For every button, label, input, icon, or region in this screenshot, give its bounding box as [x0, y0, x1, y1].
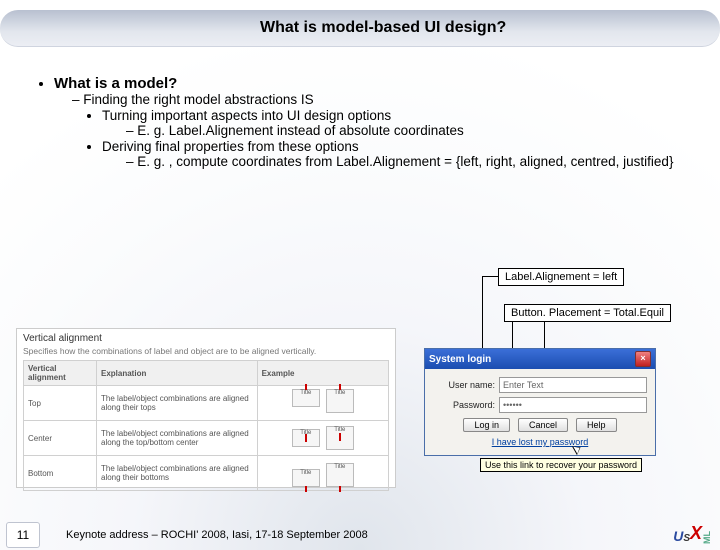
cell-example: Title Title: [262, 424, 384, 452]
login-button[interactable]: Log in: [463, 418, 510, 432]
password-label: Password:: [433, 400, 495, 410]
footer-note: Keynote address – ROCHI' 2008, Iasi, 17-…: [66, 529, 368, 541]
logo-u: U: [673, 528, 683, 544]
page-number: 11: [6, 522, 40, 548]
help-button[interactable]: Help: [576, 418, 617, 432]
mini-box: Title: [326, 463, 354, 487]
callout2-text: Button. Placement = Total.Equil: [511, 307, 664, 319]
valign-desc: Specifies how the combinations of label …: [23, 346, 389, 356]
cell-example: Title Title: [262, 459, 384, 487]
dialog-titlebar: System login ×: [425, 349, 655, 369]
password-field[interactable]: ••••••: [499, 397, 647, 413]
valign-heading: Vertical alignment: [23, 333, 389, 344]
valign-col-example: Example: [257, 361, 388, 386]
lost-password-link[interactable]: I have lost my password: [433, 437, 647, 447]
bullet-finding-abstractions: Finding the right model abstractions IS …: [72, 92, 692, 169]
bullet2-text: Finding the right model abstractions IS: [83, 92, 313, 107]
cell-expl: The label/object combinations are aligne…: [97, 386, 258, 421]
valign-col-alignment: Vertical alignment: [24, 361, 97, 386]
slide-title-text: What is model-based UI design?: [260, 19, 506, 37]
bullet-deriving-properties: Deriving final properties from these opt…: [102, 139, 692, 169]
mini-box: Title: [292, 429, 320, 447]
system-login-dialog: System login × User name: Enter Text Pas…: [424, 348, 656, 456]
valign-table: Vertical alignment Explanation Example T…: [23, 360, 389, 491]
dialog-title: System login: [429, 354, 491, 365]
logo-x: X: [690, 523, 702, 544]
table-row: Bottom The label/object combinations are…: [24, 456, 389, 491]
cancel-button[interactable]: Cancel: [518, 418, 568, 432]
usixml-logo: U S X ML: [673, 523, 712, 544]
vertical-alignment-figure: Vertical alignment Specifies how the com…: [16, 328, 396, 488]
cell-expl: The label/object combinations are aligne…: [97, 421, 258, 456]
cell-name: Bottom: [24, 456, 97, 491]
close-icon[interactable]: ×: [635, 351, 651, 367]
mini-label: Title: [334, 464, 345, 470]
cell-example: Title Title: [262, 389, 384, 417]
bullet-turning-aspects: Turning important aspects into UI design…: [102, 108, 692, 138]
slide-title: What is model-based UI design?: [0, 10, 720, 47]
cell-name: Top: [24, 386, 97, 421]
callout-button-placement: Button. Placement = Total.Equil: [504, 304, 671, 322]
logo-s: S: [683, 533, 690, 544]
bullet-eg-compute: E. g. , compute coordinates from Label.A…: [126, 154, 692, 169]
slide-content: What is a model? Finding the right model…: [0, 47, 720, 169]
logo-ml: ML: [702, 531, 712, 544]
callout-label-alignment: Label.Alignement = left: [498, 268, 624, 286]
mini-label: Title: [300, 390, 311, 396]
bullet4-text: Deriving final properties from these opt…: [102, 139, 359, 154]
cell-name: Center: [24, 421, 97, 456]
table-row: Top The label/object combinations are al…: [24, 386, 389, 421]
mini-label: Title: [334, 390, 345, 396]
mini-box: Title: [326, 389, 354, 413]
username-label: User name:: [433, 380, 495, 390]
cell-expl: The label/object combinations are aligne…: [97, 456, 258, 491]
tooltip-text: Use this link to recover your password: [485, 460, 637, 470]
tooltip: Use this link to recover your password: [480, 458, 642, 472]
bullet3-text: Turning important aspects into UI design…: [102, 108, 391, 123]
connector-line: [482, 276, 498, 277]
slide-footer: 11 Keynote address – ROCHI' 2008, Iasi, …: [0, 520, 720, 550]
mini-box: Title: [292, 389, 320, 407]
callout1-text: Label.Alignement = left: [505, 271, 617, 283]
table-row: Center The label/object combinations are…: [24, 421, 389, 456]
mini-label: Title: [300, 470, 311, 476]
bullet-eg-label-align: E. g. Label.Alignement instead of absolu…: [126, 123, 692, 138]
bullet1-text: What is a model?: [54, 75, 177, 92]
valign-col-explanation: Explanation: [97, 361, 258, 386]
bullet-what-is-model: What is a model? Finding the right model…: [54, 75, 692, 169]
username-field[interactable]: Enter Text: [499, 377, 647, 393]
mini-box: Title: [292, 469, 320, 487]
mini-box: Title: [326, 426, 354, 450]
